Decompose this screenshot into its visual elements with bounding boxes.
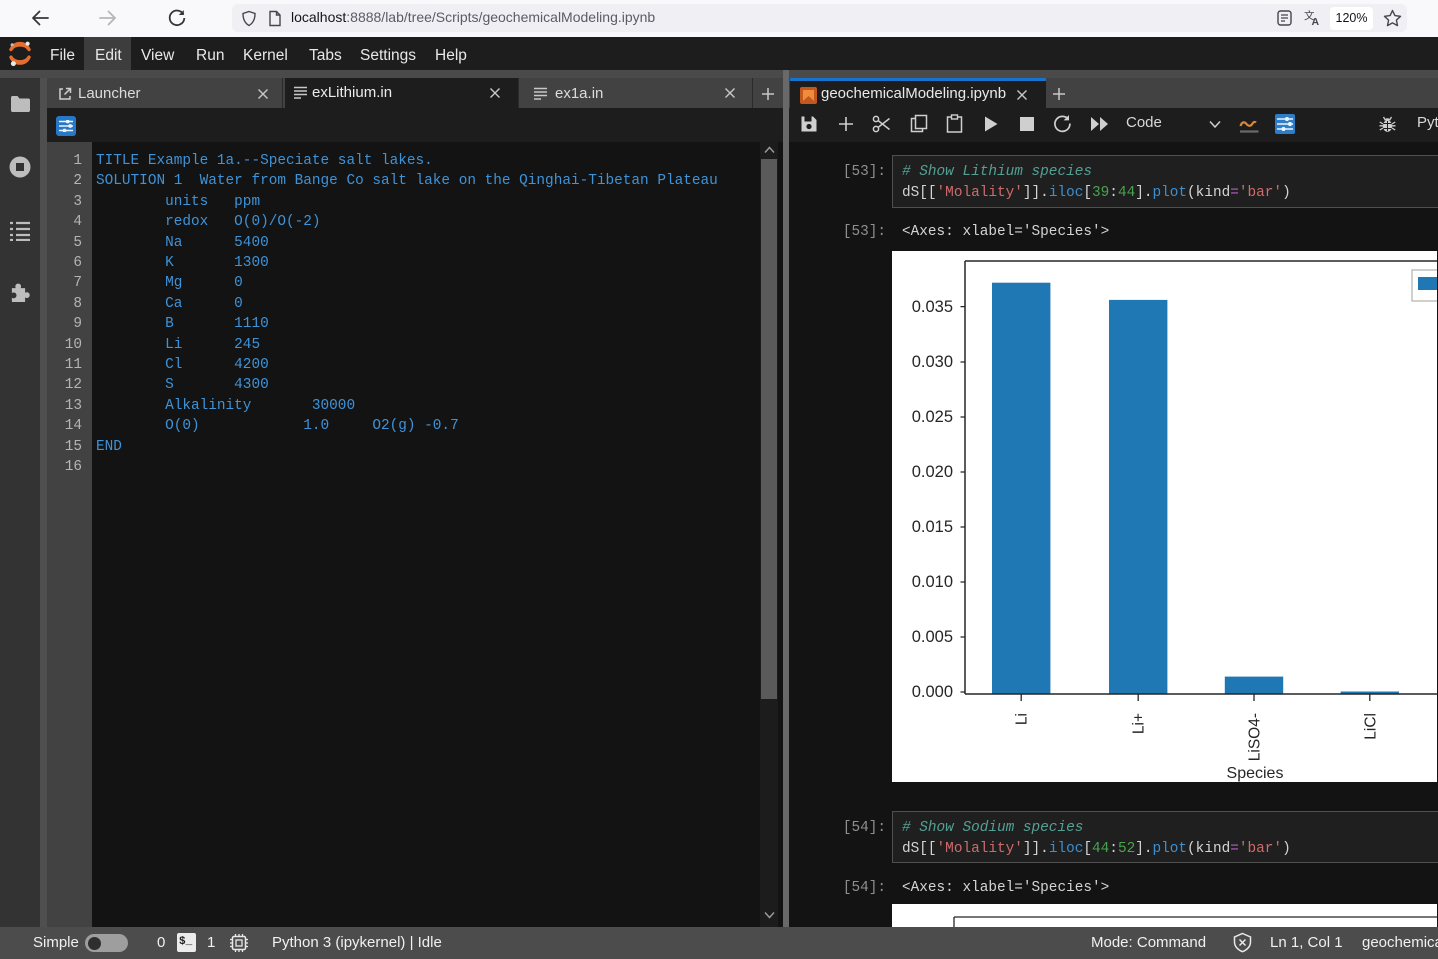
svg-text:0.020: 0.020 (912, 463, 953, 481)
svg-text:0.025: 0.025 (912, 408, 953, 426)
svg-text:LiCl: LiCl (1362, 713, 1379, 740)
svg-text:Li+: Li+ (1131, 713, 1148, 734)
svg-text:0.010: 0.010 (912, 573, 953, 591)
svg-text:0.005: 0.005 (912, 628, 953, 646)
svg-text:Li: Li (1014, 713, 1031, 725)
svg-text:LiSO4-: LiSO4- (1247, 713, 1264, 761)
svg-text:0.000: 0.000 (912, 683, 953, 701)
svg-text:0.015: 0.015 (912, 518, 953, 536)
svg-text:Species: Species (1227, 765, 1284, 782)
svg-text:A: A (1312, 16, 1320, 27)
svg-text:0.035: 0.035 (912, 298, 953, 316)
svg-text:0.030: 0.030 (912, 353, 953, 371)
